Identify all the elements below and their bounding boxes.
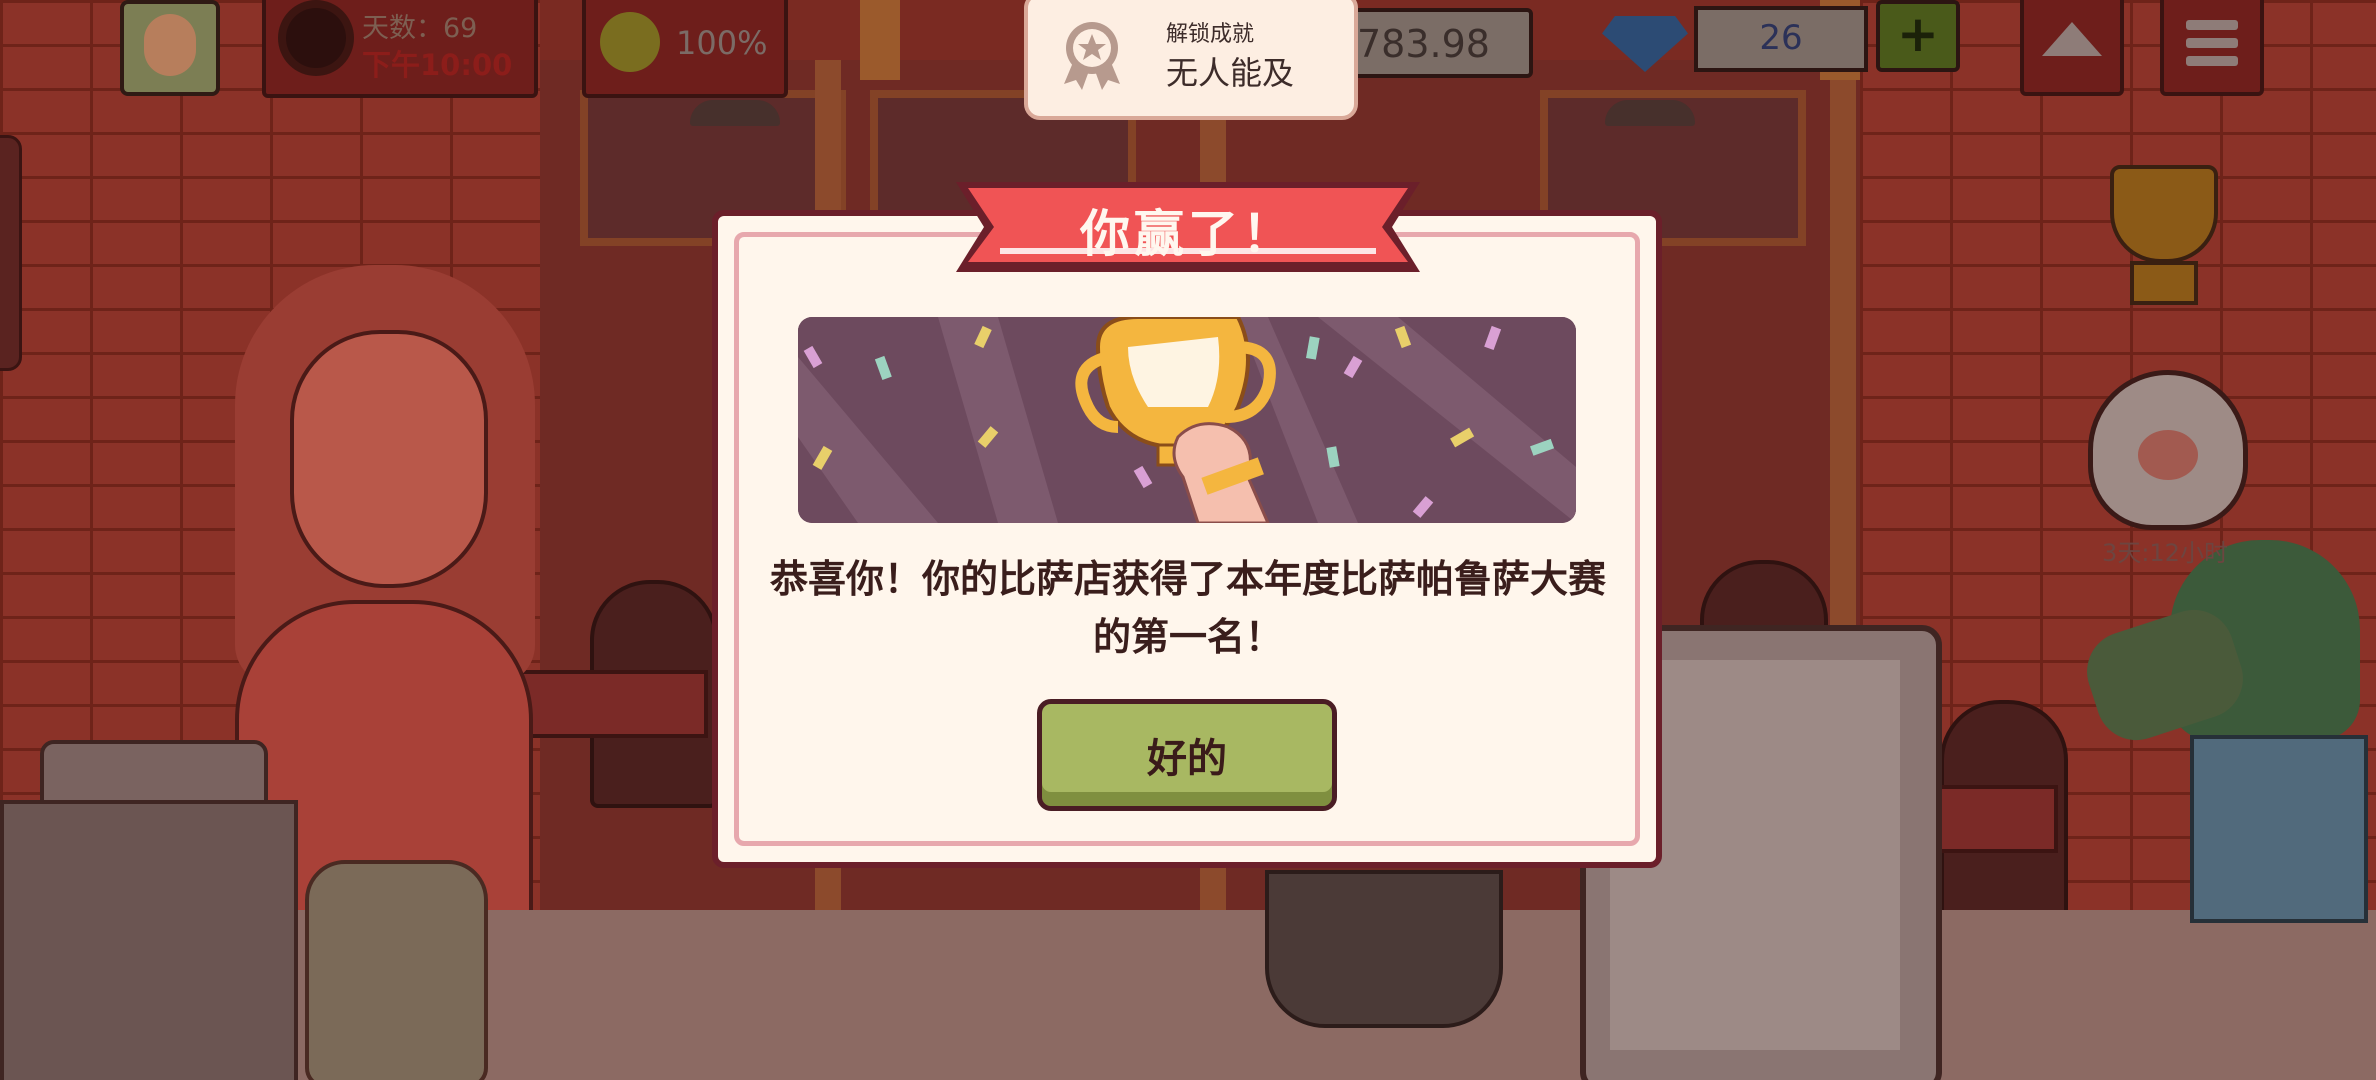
add-gems-button[interactable]: + xyxy=(1876,0,1960,72)
ceiling-beam xyxy=(860,0,900,80)
smiley-icon xyxy=(600,12,660,72)
shopkeeper-face xyxy=(290,330,488,588)
satisfaction-percent: 100% xyxy=(676,24,768,62)
trophy-button[interactable] xyxy=(2090,165,2230,305)
achievement-unlocked-label: 解锁成就 xyxy=(1166,22,1255,47)
gem-count: 26 xyxy=(1759,18,1803,58)
side-drawer-tab[interactable] xyxy=(0,135,22,371)
paw-button[interactable] xyxy=(2088,370,2248,530)
tip-jar xyxy=(305,860,488,1080)
medal-icon xyxy=(1064,22,1120,90)
avatar-face-icon xyxy=(144,14,196,76)
trophy-celebration-art xyxy=(798,317,1576,523)
trophy-base xyxy=(2130,261,2198,305)
menu-icon-line xyxy=(2186,38,2238,48)
ok-button[interactable]: 好的 xyxy=(1037,699,1337,811)
collapse-button[interactable] xyxy=(2020,0,2124,96)
gem-count-field: 26 xyxy=(1694,6,1868,72)
menu-icon-line xyxy=(2186,20,2238,30)
gem-panel: 26 + xyxy=(1600,0,1960,90)
menu-button[interactable] xyxy=(2160,0,2264,96)
achievement-title: 无人能及 xyxy=(1166,54,1295,92)
ceiling-lamp xyxy=(690,100,780,126)
ceiling-lamp xyxy=(1605,100,1695,126)
trophy-icon xyxy=(2110,165,2218,263)
plant-stand xyxy=(2190,735,2368,923)
victory-message: 恭喜你！你的比萨店获得了本年度比萨帕鲁萨大赛的第一名！ xyxy=(769,557,1606,659)
ok-button-label: 好的 xyxy=(1147,736,1227,782)
dialog-title: 你赢了！ xyxy=(1080,205,1296,263)
money-display: 783.98 xyxy=(1345,8,1533,78)
satisfaction-panel: 100% xyxy=(582,0,788,98)
menu-icon-line xyxy=(2186,56,2238,66)
plant-pot xyxy=(1265,870,1503,1028)
day-counter: 天数：69 xyxy=(362,13,478,44)
paw-icon xyxy=(2138,430,2198,480)
money-amount: 783.98 xyxy=(1357,22,1490,66)
day-time-panel: 天数：69 下午10:00 xyxy=(262,0,538,98)
dialog-title-banner: 你赢了！ xyxy=(950,178,1426,276)
achievement-toast: 解锁成就 无人能及 xyxy=(1024,0,1358,120)
paw-timer-text: 3天:12小时 xyxy=(2102,539,2228,567)
player-avatar[interactable] xyxy=(120,0,220,96)
cash-register xyxy=(0,800,298,1080)
sun-icon xyxy=(286,8,346,68)
time-of-day: 下午10:00 xyxy=(362,48,513,82)
trophy-illustration xyxy=(798,317,1576,523)
chevron-up-icon xyxy=(2042,22,2102,56)
diamond-icon xyxy=(1602,16,1688,72)
